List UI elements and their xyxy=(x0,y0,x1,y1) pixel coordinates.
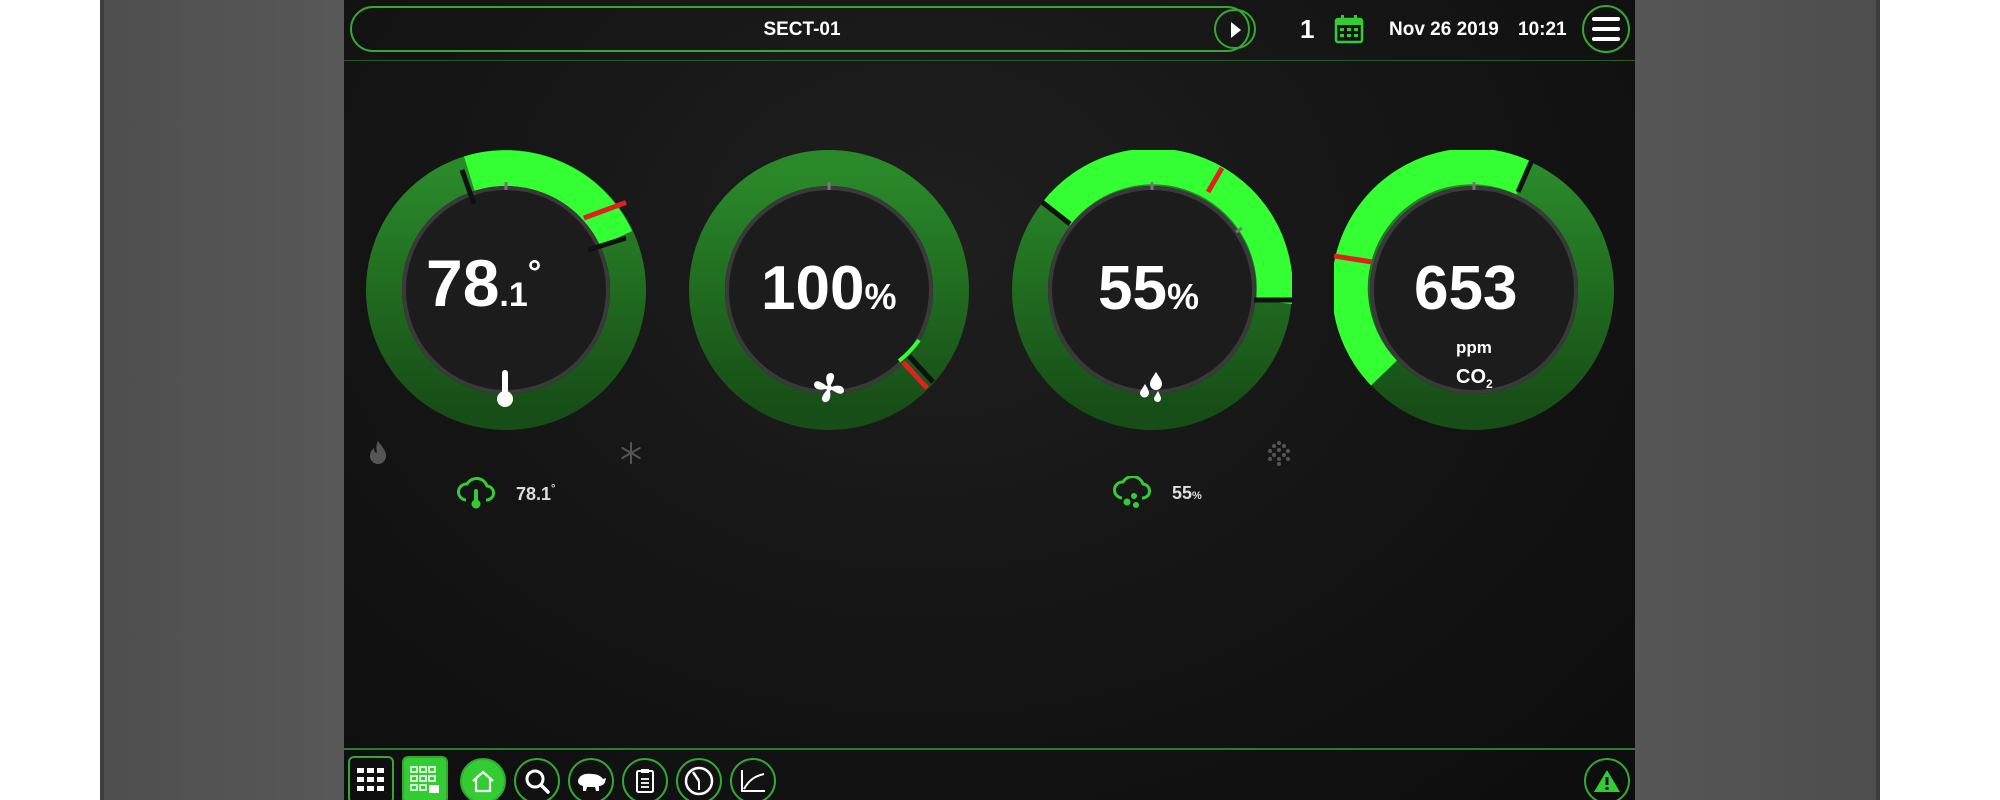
current-date: Nov 26 2019 xyxy=(1389,19,1499,40)
multi-grid-icon xyxy=(410,766,439,793)
outdoor-humidity-value: 55% xyxy=(1172,483,1202,503)
grid-icon xyxy=(357,768,384,791)
room-number: 1 xyxy=(1300,14,1315,44)
sector-selector[interactable]: SECT-01 xyxy=(350,6,1256,52)
search-button[interactable] xyxy=(514,758,560,800)
multi-grid-view-button[interactable] xyxy=(402,756,448,800)
next-sector-button[interactable] xyxy=(1214,9,1256,49)
ventilation-gauge[interactable]: 100% xyxy=(689,150,969,430)
current-time: 10:21 xyxy=(1518,19,1567,40)
outdoor-temperature-value: 78.1° xyxy=(516,483,556,504)
sector-name: SECT-01 xyxy=(763,19,841,40)
animals-button[interactable] xyxy=(568,758,614,800)
animal-icon xyxy=(578,773,606,791)
co2-value: 653 xyxy=(1414,254,1518,323)
fan-icon xyxy=(814,373,844,403)
humidity-drops-icon xyxy=(1140,372,1162,402)
calendar-icon[interactable] xyxy=(1334,14,1364,44)
outdoor-humidity-icon xyxy=(1113,476,1151,508)
home-button[interactable] xyxy=(460,758,506,800)
clock-icon xyxy=(684,766,714,796)
thermometer-icon xyxy=(497,370,513,407)
outdoor-temperature-icon xyxy=(457,477,495,509)
co2-gauge[interactable]: 653 ppm CO2 xyxy=(1334,150,1614,430)
bottom-nav-bar xyxy=(344,748,1635,800)
chevron-right-icon xyxy=(1231,22,1241,38)
home-icon xyxy=(472,770,494,793)
grid-view-button[interactable] xyxy=(348,756,394,800)
top-bar: SECT-01 1 Nov 26 2019 10:21 xyxy=(344,0,1635,61)
graph-icon xyxy=(741,770,765,792)
co2-unit: ppm xyxy=(1456,338,1492,357)
heater-flame-icon xyxy=(370,441,386,464)
ventilation-value: 100% xyxy=(761,254,897,323)
temperature-value: 78.1° xyxy=(426,246,542,320)
main-menu-button[interactable] xyxy=(1582,5,1630,53)
co2-label: CO2 xyxy=(1456,366,1493,391)
report-icon xyxy=(636,769,654,793)
hamburger-menu-icon xyxy=(1592,17,1620,41)
humidity-gauge[interactable]: 55% xyxy=(1012,150,1292,430)
search-icon xyxy=(525,769,550,794)
alarm-icon xyxy=(1594,770,1620,792)
reports-button[interactable] xyxy=(622,758,668,800)
controller-screen: SECT-01 1 Nov 26 2019 10:21 78.1° 100% 5… xyxy=(344,0,1635,800)
humidity-value: 55% xyxy=(1098,254,1199,323)
cooling-snowflake-icon xyxy=(621,442,641,464)
bezel-edge-left xyxy=(100,0,104,800)
timer-button[interactable] xyxy=(676,758,722,800)
bezel-edge-right xyxy=(1876,0,1880,800)
temperature-gauge[interactable]: 78.1° xyxy=(366,150,646,430)
mist-cooling-icon xyxy=(1268,441,1290,466)
alarm-button[interactable] xyxy=(1584,758,1630,800)
history-graph-button[interactable] xyxy=(730,758,776,800)
